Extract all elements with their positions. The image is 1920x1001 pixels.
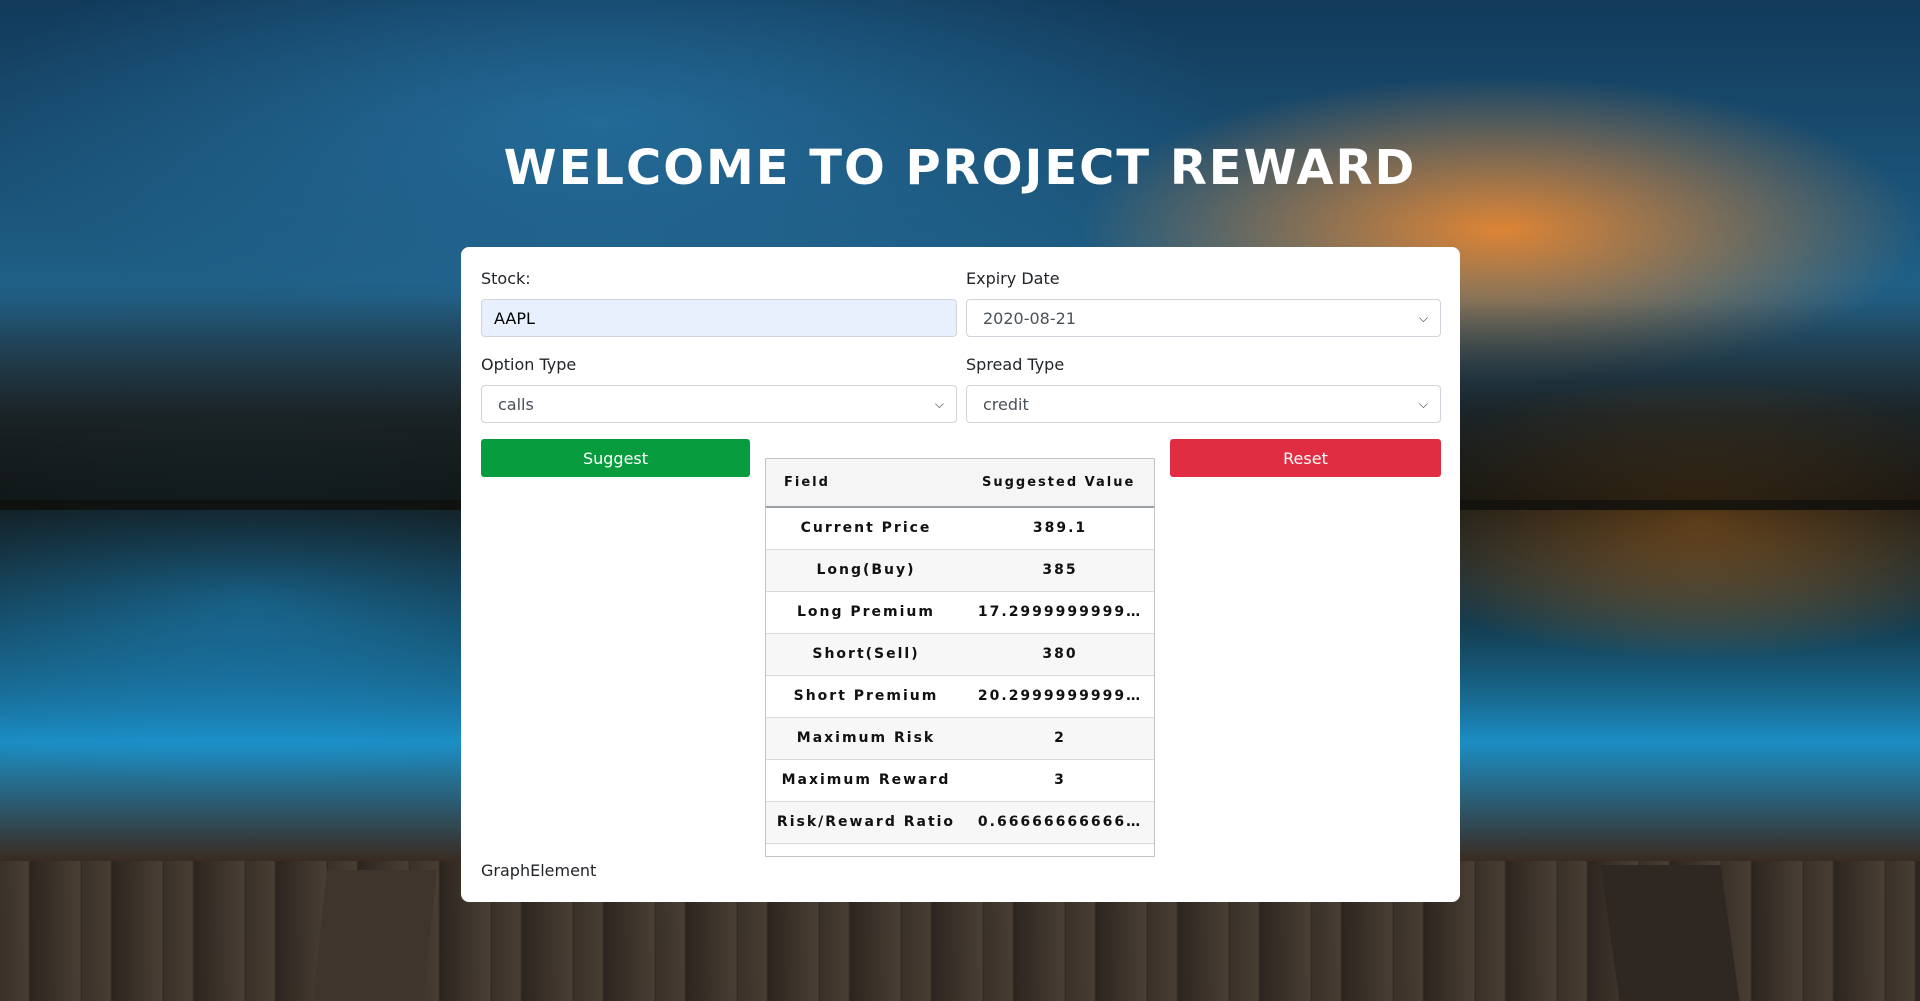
row-value: 0.66666666666… [977,814,1143,830]
dock-post-left [313,870,437,1001]
option-type-select[interactable]: calls ⌵ [481,385,957,423]
row-value: 380 [1042,646,1078,662]
row-value: 3 [1054,772,1066,788]
spread-type-value: credit [983,394,1029,414]
results-table: Field Suggested Value Current Price 389.… [765,458,1155,857]
row-field: Maximum Risk [796,730,936,746]
option-type-value: calls [498,394,534,414]
chevron-down-icon: ⌵ [1418,396,1428,411]
stock-input[interactable]: AAPL [481,299,957,337]
dock-post-right [1600,865,1740,1001]
table-row: Short Premium 20.2999999999… [766,675,1154,717]
row-value: 20.2999999999… [977,688,1143,704]
graph-element: GraphElement [481,861,597,880]
expiry-date-select[interactable]: 2020-08-21 ⌵ [966,299,1441,337]
row-field: Long(Buy) [816,562,916,578]
table-row: Risk/Reward Ratio 0.66666666666… [766,801,1154,843]
main-card: Stock: AAPL Expiry Date 2020-08-21 ⌵ Opt… [461,247,1460,902]
row-value: 17.2999999999… [977,604,1143,620]
table-row: Short(Sell) 380 [766,633,1154,675]
suggest-button[interactable]: Suggest [481,439,750,477]
header-suggested-value: Suggested Value [966,459,1154,508]
table-row: Long(Buy) 385 [766,549,1154,591]
chevron-down-icon: ⌵ [934,396,944,411]
header-field: Field [766,459,966,508]
row-field: Risk/Reward Ratio [776,814,956,830]
row-field: Current Price [800,520,932,537]
row-field: Short Premium [793,688,939,704]
stock-label: Stock: [481,269,531,288]
chevron-down-icon: ⌵ [1418,310,1428,325]
row-value: 2 [1054,730,1066,746]
expiry-date-value: 2020-08-21 [983,308,1076,328]
table-row: Long Premium 17.2999999999… [766,591,1154,633]
stock-input-value: AAPL [494,308,535,328]
table-header-row: Field Suggested Value [766,459,1154,508]
row-value: 389.1 [1032,520,1088,537]
spread-type-select[interactable]: credit ⌵ [966,385,1441,423]
table-row: Maximum Risk 2 [766,717,1154,759]
row-field: Short(Sell) [812,646,920,662]
table-row: Current Price 389.1 [766,507,1154,549]
row-value: 385 [1042,562,1078,578]
spread-type-label: Spread Type [966,355,1065,374]
page-title: WELCOME TO PROJECT REWARD [503,140,1417,196]
table-row: Maximum Reward 3 [766,759,1154,801]
row-field: Long Premium [796,604,935,620]
option-type-label: Option Type [481,355,577,374]
row-field: Maximum Reward [781,772,951,788]
expiry-date-label: Expiry Date [966,269,1060,288]
reset-button[interactable]: Reset [1170,439,1441,477]
